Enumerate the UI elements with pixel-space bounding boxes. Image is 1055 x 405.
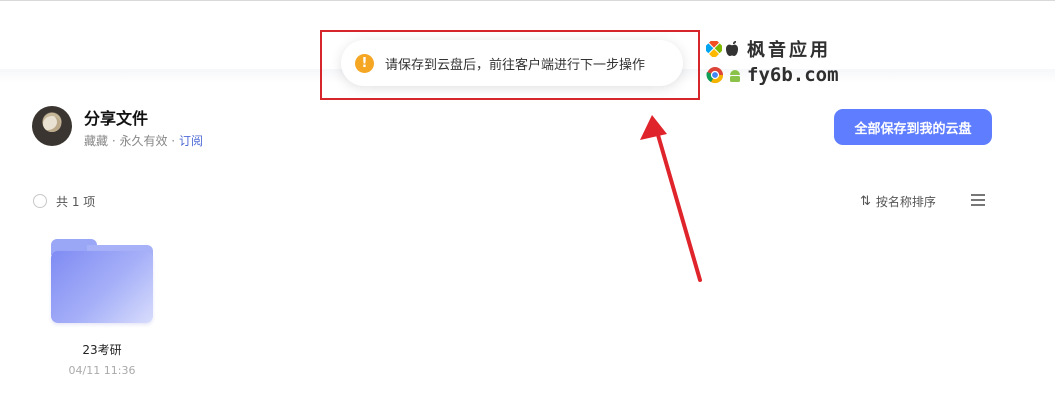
watermark-line1: 枫音应用	[747, 40, 831, 61]
owner-name: 藏藏	[84, 134, 109, 148]
windows-icon	[706, 41, 722, 57]
android-icon	[730, 70, 740, 82]
folder-icon[interactable]	[49, 239, 155, 325]
item-count: 共 1 项	[56, 195, 96, 209]
share-title: 分享文件	[84, 109, 149, 128]
save-all-button[interactable]: 全部保存到我的云盘	[834, 109, 992, 145]
apple-icon	[726, 41, 738, 56]
sort-icon: ⇅	[860, 194, 871, 209]
toast-message: 请保存到云盘后，前往客户端进行下一步操作	[385, 57, 646, 73]
list-view-icon[interactable]	[971, 194, 985, 206]
select-all-checkbox[interactable]	[33, 194, 47, 208]
share-meta: 藏藏 · 永久有效 · 订阅	[84, 132, 203, 149]
chrome-icon	[706, 67, 724, 84]
notification-toast: ! 请保存到云盘后，前往客户端进行下一步操作	[341, 40, 683, 86]
validity-text: 永久有效	[119, 134, 168, 148]
meta-separator: ·	[108, 134, 120, 148]
subscribe-link[interactable]: 订阅	[179, 134, 203, 148]
file-date: 04/11 11:36	[68, 364, 136, 377]
watermark-line2: fy6b.com	[747, 64, 839, 86]
sort-label: 按名称排序	[875, 195, 936, 209]
warning-icon: !	[355, 53, 374, 73]
file-name[interactable]: 23考研	[49, 341, 155, 358]
watermark-logo: 枫音应用 fy6b.com	[706, 36, 856, 88]
meta-separator: ·	[167, 134, 179, 148]
annotation-arrow	[640, 115, 702, 282]
avatar	[32, 106, 72, 146]
sort-button[interactable]: ⇅ 按名称排序	[860, 193, 936, 210]
